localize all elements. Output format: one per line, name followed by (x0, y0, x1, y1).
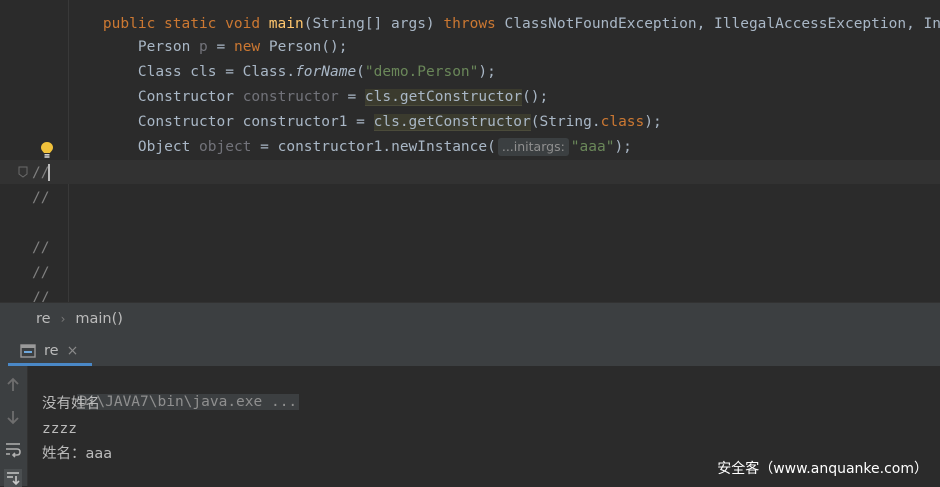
chevron-right-icon: › (60, 312, 66, 326)
lightbulb-icon[interactable] (40, 141, 54, 159)
soft-wrap-icon[interactable] (4, 440, 22, 458)
code-line-class[interactable]: Class cls = Class.forName("demo.Person")… (103, 36, 496, 80)
code-line-object[interactable]: Object object = constructor1.newInstance… (103, 111, 632, 156)
console-command-line: D:\JAVA7\bin\java.exe ... (42, 366, 300, 410)
call-expression: = constructor1.newInstance( (251, 139, 496, 155)
text-caret (48, 164, 50, 181)
type-name: Object (137, 139, 200, 155)
string-literal: "aaa" (570, 139, 615, 155)
code-line-constructor1[interactable]: Constructor constructor1 = cls.getConstr… (103, 86, 662, 131)
comment-line[interactable]: // (32, 286, 49, 302)
code-line-constructor[interactable]: Constructor constructor = cls.getConstru… (103, 61, 548, 106)
up-arrow-icon[interactable] (4, 376, 22, 394)
console-output-line: 姓名：aaa (42, 446, 113, 462)
exception-list: ClassNotFoundException, IllegalAccessExc… (504, 16, 940, 32)
throws-keyword: throws (443, 16, 505, 32)
code-editor[interactable]: public static void main(String[] args) t… (0, 0, 940, 302)
call-close: ); (614, 139, 632, 155)
console-output[interactable]: D:\JAVA7\bin\java.exe ... 没有姓名 zzzz 姓名：a… (0, 366, 940, 487)
code-line-person[interactable]: Person p = new Person(); (103, 11, 348, 55)
console-output-line: zzzz (42, 421, 77, 437)
comment-line[interactable]: // (32, 161, 49, 185)
console-toolbar (0, 366, 28, 487)
fold-marker-icon[interactable] (18, 166, 28, 178)
current-line-highlight (0, 160, 940, 184)
comment-line[interactable]: // (32, 186, 49, 210)
scroll-to-end-icon[interactable] (4, 469, 22, 487)
breadcrumb-class[interactable]: re (30, 311, 57, 327)
watermark: 安全客（www.anquanke.com） (717, 461, 928, 477)
console-output-line: 没有姓名 (42, 396, 100, 412)
run-panel-header: re × (0, 335, 940, 366)
comment-line[interactable]: // (32, 261, 49, 285)
breadcrumb-method[interactable]: main() (69, 311, 129, 327)
run-tab[interactable]: re × (0, 335, 92, 366)
java-command[interactable]: D:\JAVA7\bin\java.exe ... (76, 394, 300, 410)
breadcrumb: re › main() (0, 302, 940, 336)
close-icon[interactable]: × (67, 343, 79, 359)
down-arrow-icon[interactable] (4, 408, 22, 426)
run-tab-label: re (44, 342, 59, 359)
console-icon (20, 343, 36, 358)
variable-name: object (199, 139, 252, 155)
parameter-hint: ...initargs: (497, 138, 569, 156)
comment-line[interactable]: // (32, 236, 49, 260)
call-close: ); (644, 114, 662, 130)
